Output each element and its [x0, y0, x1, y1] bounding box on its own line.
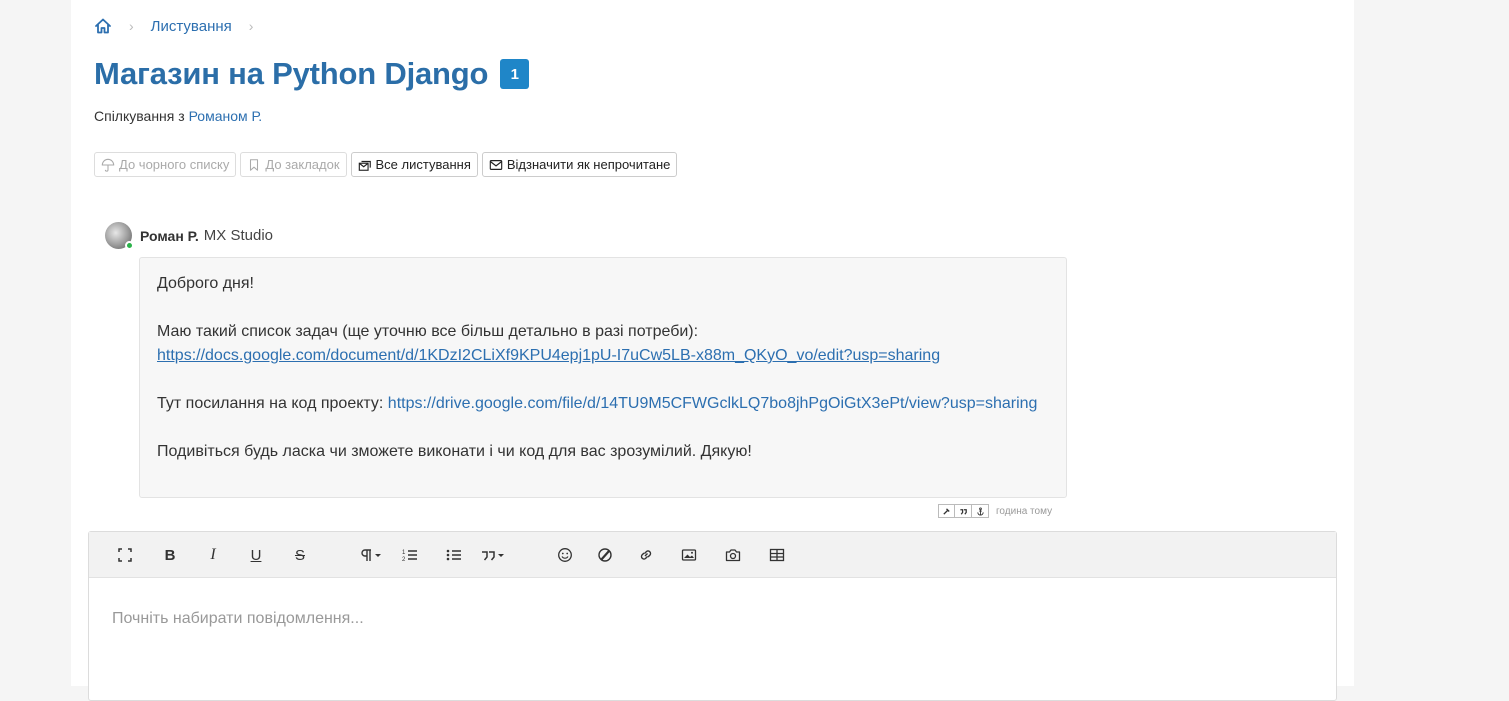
avatar[interactable]: [105, 222, 134, 250]
strikethrough-icon[interactable]: S: [292, 544, 308, 566]
online-indicator: [125, 241, 134, 250]
quote-icon[interactable]: [481, 544, 507, 566]
message-header: Роман Р. MX Studio: [105, 222, 273, 250]
inbox-icon: [358, 160, 371, 171]
code-link-prefix: Тут посилання на код проекту:: [157, 395, 388, 412]
blacklist-button[interactable]: До чорного списку: [94, 152, 237, 177]
svg-text:1: 1: [402, 550, 406, 556]
italic-icon[interactable]: I: [205, 544, 221, 566]
author-company: MX Studio: [203, 227, 273, 244]
anchor-icon: [976, 506, 984, 515]
bold-icon[interactable]: B: [162, 544, 178, 566]
message-meta: година тому: [938, 504, 1052, 518]
page-title: Магазин на Python Django: [94, 56, 489, 91]
message-timestamp: година тому: [996, 505, 1053, 517]
emoji-icon[interactable]: [557, 544, 573, 566]
underline-icon[interactable]: U: [248, 544, 264, 566]
message-closing: Подивіться будь ласка чи зможете виконат…: [157, 443, 752, 460]
message-greeting: Доброго дня!: [157, 275, 254, 292]
message-task-intro: Маю такий список задач (ще уточню все бі…: [157, 323, 699, 340]
drive-link[interactable]: https://drive.google.com/file/d/14TU9M5C…: [388, 395, 1038, 412]
mark-unread-label: Відзначити як непрочитане: [506, 157, 671, 172]
table-icon[interactable]: [769, 544, 785, 566]
participant-count-badge[interactable]: 1: [500, 59, 530, 89]
conversation-subtitle: Спілкування з Романом Р.: [94, 108, 262, 124]
home-icon[interactable]: [94, 17, 112, 35]
style-icon[interactable]: [597, 544, 613, 566]
hammer-icon: [943, 507, 950, 515]
all-conversations-label: Все листування: [375, 157, 471, 172]
participant-link[interactable]: Романом Р.: [189, 108, 263, 124]
breadcrumb-separator: ›: [129, 18, 134, 34]
quote-button[interactable]: [955, 504, 972, 518]
camera-icon[interactable]: [725, 544, 741, 566]
conversation-actions: До чорного списку До закладок Все листув…: [94, 152, 678, 177]
title-row: Магазин на Python Django 1: [94, 56, 530, 92]
author-name[interactable]: Роман Р.: [140, 228, 199, 244]
bookmark-label: До закладок: [265, 157, 340, 172]
permalink-button[interactable]: [972, 504, 989, 518]
link-icon[interactable]: [638, 544, 654, 566]
subtitle-prefix: Спілкування з: [94, 108, 189, 124]
umbrella-icon: [101, 158, 115, 172]
svg-text:2: 2: [402, 557, 406, 563]
all-conversations-button[interactable]: Все листування: [350, 152, 478, 177]
docs-link[interactable]: https://docs.google.com/document/d/1KDzI…: [157, 347, 940, 364]
breadcrumb: › Листування ›: [94, 17, 270, 35]
page-container: › Листування › Магазин на Python Django …: [71, 0, 1354, 701]
breadcrumb-conversations-link[interactable]: Листування: [151, 18, 232, 35]
bookmark-button[interactable]: До закладок: [240, 152, 347, 177]
blacklist-label: До чорного списку: [119, 157, 230, 172]
bookmark-icon: [250, 158, 259, 171]
message-body: Доброго дня! Маю такий список задач (ще …: [139, 257, 1067, 498]
report-button[interactable]: [938, 504, 955, 518]
ordered-list-icon[interactable]: 12: [402, 544, 418, 566]
message-editor: B I U S 12 Почніть набирати повідомлення…: [88, 531, 1337, 701]
paragraph-icon[interactable]: [359, 544, 385, 566]
fullscreen-icon[interactable]: [117, 544, 133, 566]
editor-toolbar: B I U S 12: [89, 532, 1336, 578]
image-icon[interactable]: [681, 544, 697, 566]
unordered-list-icon[interactable]: [446, 544, 462, 566]
mark-unread-button[interactable]: Відзначити як непрочитане: [481, 152, 678, 177]
breadcrumb-separator: ›: [248, 18, 254, 34]
envelope-icon: [489, 159, 503, 170]
message-input[interactable]: Почніть набирати повідомлення...: [112, 610, 364, 628]
quote-icon: [959, 508, 967, 515]
